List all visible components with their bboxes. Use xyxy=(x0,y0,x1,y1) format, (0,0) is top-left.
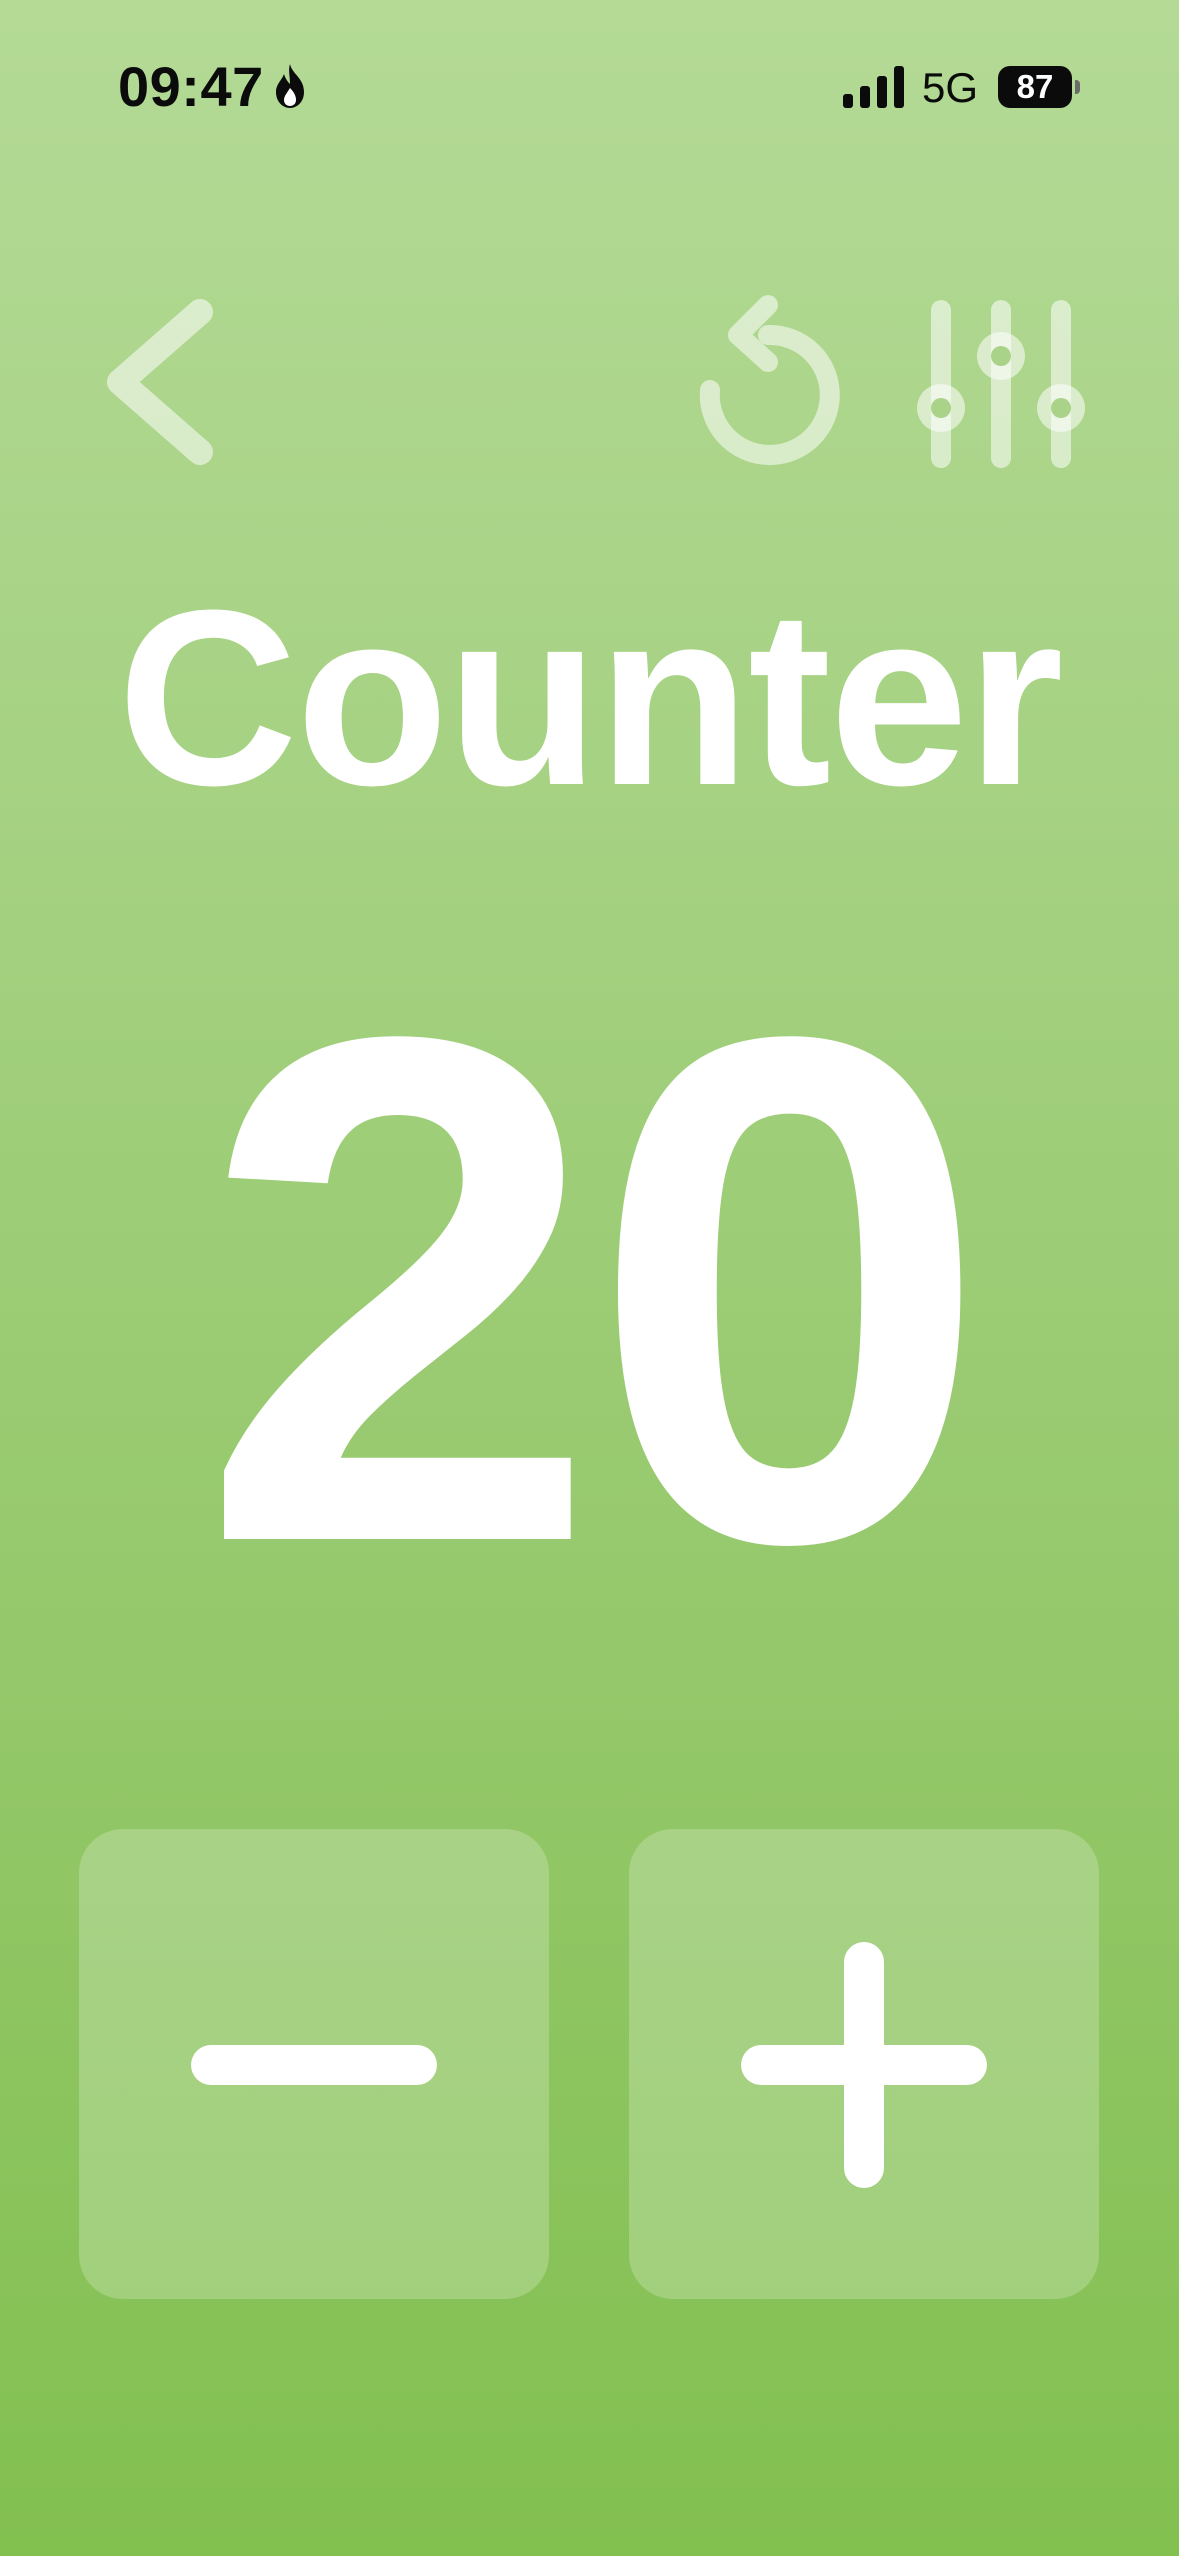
sliders-icon xyxy=(917,300,1085,468)
minus-icon xyxy=(191,2045,437,2085)
network-label: 5G xyxy=(922,64,979,111)
battery-level: 87 xyxy=(998,66,1072,108)
status-bar: 09:47 5G 87 xyxy=(0,0,1179,150)
reset-button[interactable] xyxy=(688,290,848,480)
flame-icon xyxy=(270,62,310,110)
battery-cap xyxy=(1075,80,1080,94)
counter-value: 20 xyxy=(0,930,1179,1650)
status-time: 09:47 xyxy=(118,55,264,118)
reset-icon xyxy=(699,295,840,465)
signal-icon xyxy=(843,66,905,108)
battery-icon: 87 xyxy=(998,66,1080,108)
back-button[interactable] xyxy=(100,290,230,470)
increment-button[interactable] xyxy=(629,1829,1099,2299)
settings-button[interactable] xyxy=(905,290,1095,480)
chevron-left-icon xyxy=(107,299,213,465)
decrement-button[interactable] xyxy=(79,1829,549,2299)
page-title: Counter xyxy=(117,558,1063,837)
plus-icon xyxy=(741,1942,987,2188)
